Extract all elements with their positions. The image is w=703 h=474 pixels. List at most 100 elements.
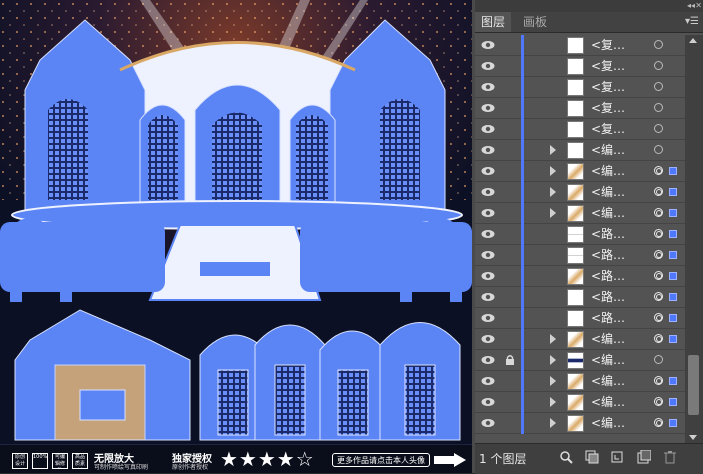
layer-name[interactable]: <编… (591, 415, 625, 432)
expand-triangle-icon[interactable] (550, 208, 556, 218)
layer-name[interactable]: <编… (591, 394, 625, 411)
selection-indicator[interactable] (669, 167, 677, 175)
layer-name[interactable]: <复… (591, 58, 625, 75)
layer-name[interactable]: <复… (591, 100, 625, 117)
visibility-eye-icon[interactable] (481, 376, 495, 386)
target-circle-icon[interactable] (654, 397, 663, 406)
layer-row[interactable]: <复… (475, 98, 685, 119)
target-circle-icon[interactable] (654, 166, 663, 175)
layer-row[interactable]: <编… (475, 140, 685, 161)
expand-triangle-icon[interactable] (550, 355, 556, 365)
layer-name[interactable]: <路… (591, 268, 625, 285)
visibility-eye-icon[interactable] (481, 292, 495, 302)
new-layer-icon[interactable] (637, 450, 651, 464)
visibility-eye-icon[interactable] (481, 334, 495, 344)
visibility-eye-icon[interactable] (481, 313, 495, 323)
target-circle-icon[interactable] (654, 250, 663, 259)
layer-row[interactable]: <编… (475, 182, 685, 203)
layer-row[interactable]: <路… (475, 245, 685, 266)
layer-name[interactable]: <编… (591, 373, 625, 390)
layer-row[interactable]: <路… (475, 266, 685, 287)
visibility-eye-icon[interactable] (481, 145, 495, 155)
document-canvas[interactable]: 原创设计 100%AI/CDR 可编辑修改 高品质素材 无限放大 可制作喷绘写真… (0, 0, 472, 473)
selection-indicator[interactable] (669, 377, 677, 385)
visibility-eye-icon[interactable] (481, 418, 495, 428)
selection-indicator[interactable] (669, 398, 677, 406)
visibility-eye-icon[interactable] (481, 271, 495, 281)
layer-row[interactable]: <编… (475, 371, 685, 392)
layer-name[interactable]: <路… (591, 226, 625, 243)
visibility-eye-icon[interactable] (481, 355, 495, 365)
layer-name[interactable]: <复… (591, 37, 625, 54)
target-circle-icon[interactable] (654, 229, 663, 238)
layer-row[interactable]: <编… (475, 350, 685, 371)
visibility-eye-icon[interactable] (481, 166, 495, 176)
layer-name[interactable]: <编… (591, 352, 625, 369)
layer-row[interactable]: <编… (475, 392, 685, 413)
layer-name[interactable]: <复… (591, 79, 625, 96)
target-circle-icon[interactable] (654, 82, 663, 91)
delete-icon[interactable] (663, 450, 677, 464)
expand-triangle-icon[interactable] (550, 166, 556, 176)
visibility-eye-icon[interactable] (481, 61, 495, 71)
layer-row[interactable]: <路… (475, 287, 685, 308)
target-circle-icon[interactable] (654, 208, 663, 217)
expand-triangle-icon[interactable] (550, 187, 556, 197)
scroll-up-arrow-icon[interactable] (689, 38, 697, 43)
selection-indicator[interactable] (669, 251, 677, 259)
tab-artboards[interactable]: 画板 (517, 12, 553, 32)
locate-object-icon[interactable] (559, 450, 573, 464)
layer-name[interactable]: <编… (591, 331, 625, 348)
layer-name[interactable]: <路… (591, 289, 625, 306)
layer-row[interactable]: <复… (475, 119, 685, 140)
layer-list-scrollbar[interactable] (685, 35, 703, 443)
selection-indicator[interactable] (669, 230, 677, 238)
layer-row[interactable]: <编… (475, 203, 685, 224)
layer-name[interactable]: <编… (591, 163, 625, 180)
visibility-eye-icon[interactable] (481, 82, 495, 92)
selection-indicator[interactable] (669, 272, 677, 280)
target-circle-icon[interactable] (654, 355, 663, 364)
expand-triangle-icon[interactable] (550, 334, 556, 344)
visibility-eye-icon[interactable] (481, 40, 495, 50)
expand-triangle-icon[interactable] (550, 376, 556, 386)
expand-triangle-icon[interactable] (550, 397, 556, 407)
panel-menu-icon[interactable]: ▾☰ (685, 16, 699, 27)
target-circle-icon[interactable] (654, 292, 663, 301)
new-sublayer-icon[interactable] (611, 450, 625, 464)
visibility-eye-icon[interactable] (481, 229, 495, 239)
target-circle-icon[interactable] (654, 187, 663, 196)
wedding-stage-artwork[interactable] (0, 0, 472, 444)
selection-indicator[interactable] (669, 209, 677, 217)
layer-name[interactable]: <路… (591, 247, 625, 264)
more-works-button[interactable]: 更多作品请点击本人头像 (332, 453, 430, 467)
target-circle-icon[interactable] (654, 271, 663, 280)
selection-indicator[interactable] (669, 293, 677, 301)
visibility-eye-icon[interactable] (481, 103, 495, 113)
target-circle-icon[interactable] (654, 334, 663, 343)
selection-indicator[interactable] (669, 314, 677, 322)
layer-row[interactable]: <路… (475, 308, 685, 329)
layer-name[interactable]: <编… (591, 205, 625, 222)
tab-layers[interactable]: 图层 (475, 12, 512, 32)
make-clipping-mask-icon[interactable] (585, 450, 599, 464)
lock-icon[interactable] (505, 354, 515, 366)
visibility-eye-icon[interactable] (481, 397, 495, 407)
target-circle-icon[interactable] (654, 103, 663, 112)
layer-row[interactable]: <复… (475, 56, 685, 77)
layer-row[interactable]: <路… (475, 224, 685, 245)
visibility-eye-icon[interactable] (481, 250, 495, 260)
layer-row[interactable]: <编… (475, 413, 685, 434)
target-circle-icon[interactable] (654, 313, 663, 322)
visibility-eye-icon[interactable] (481, 208, 495, 218)
layer-name[interactable]: <路… (591, 310, 625, 327)
scroll-down-arrow-icon[interactable] (689, 435, 697, 440)
selection-indicator[interactable] (669, 335, 677, 343)
expand-triangle-icon[interactable] (550, 418, 556, 428)
target-circle-icon[interactable] (654, 40, 663, 49)
close-icon[interactable]: ✕ (695, 1, 702, 11)
expand-triangle-icon[interactable] (550, 145, 556, 155)
layer-row[interactable]: <复… (475, 77, 685, 98)
scroll-thumb[interactable] (688, 355, 699, 415)
target-circle-icon[interactable] (654, 418, 663, 427)
